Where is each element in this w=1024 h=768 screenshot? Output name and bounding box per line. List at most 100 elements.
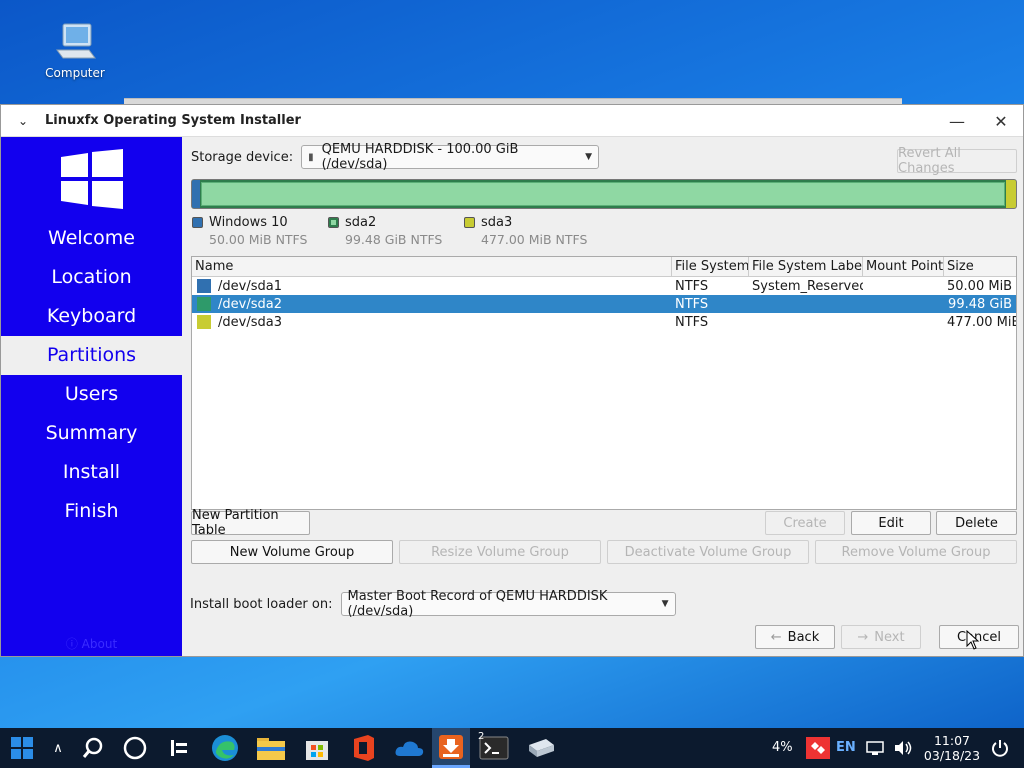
arrow-left-icon: ←	[770, 629, 782, 645]
minimize-icon[interactable]: —	[935, 105, 979, 137]
about-label: About	[81, 637, 118, 651]
clock[interactable]: 11:07 03/18/23	[918, 733, 986, 763]
back-label: Back	[787, 629, 820, 645]
next-label: Next	[874, 629, 905, 645]
partition-color-swatch	[197, 279, 211, 293]
column-header-mount-point[interactable]: Mount Point	[863, 257, 944, 276]
row-label: System_Reserved	[752, 278, 863, 294]
close-icon[interactable]: ✕	[979, 105, 1023, 137]
volume-tray-icon[interactable]	[893, 739, 913, 761]
legend-info: 99.48 GiB NTFS	[345, 232, 443, 247]
table-row[interactable]: /dev/sda1 NTFS System_Reserved 50.00 MiB	[192, 277, 1016, 295]
cortana-button[interactable]	[114, 736, 156, 760]
remove-volume-group-button[interactable]: Remove Volume Group	[815, 540, 1017, 564]
edit-button[interactable]: Edit	[851, 511, 931, 535]
storage-device-row: Storage device: ▮ QEMU HARDDISK - 100.00…	[191, 142, 600, 172]
remote-desktop-icon	[811, 742, 825, 754]
step-users: Users	[64, 383, 119, 405]
office-button[interactable]	[340, 734, 386, 762]
task-view-icon	[171, 740, 187, 756]
table-header: Name File System File System Label Mount…	[192, 257, 1016, 277]
cortana-icon	[123, 736, 147, 760]
step-keyboard: Keyboard	[46, 305, 137, 327]
edge-button[interactable]	[202, 733, 248, 763]
mouse-cursor-icon	[966, 630, 980, 650]
revert-all-changes-button[interactable]: Revert All Changes	[897, 146, 1017, 176]
hard-drive-icon	[529, 739, 554, 757]
onedrive-button[interactable]	[386, 738, 432, 758]
partitions-page: Storage device: ▮ QEMU HARDDISK - 100.00…	[182, 137, 1024, 656]
column-header-name[interactable]: Name	[192, 257, 672, 276]
row-name: /dev/sda3	[218, 314, 282, 330]
partition-color-swatch	[197, 315, 211, 329]
next-button[interactable]: → Next	[841, 625, 921, 649]
boot-loader-value: Master Boot Record of QEMU HARDDISK (/de…	[347, 589, 608, 619]
folder-icon	[257, 738, 285, 760]
delete-button[interactable]: Delete	[936, 511, 1017, 535]
disk-usage-bar	[191, 179, 1017, 209]
row-name: /dev/sda1	[218, 278, 282, 294]
disk-segment-windows10[interactable]	[192, 180, 200, 208]
disk-segment-sda2[interactable]	[201, 182, 1005, 206]
network-tray-icon[interactable]	[866, 739, 884, 761]
column-header-size[interactable]: Size	[944, 257, 1016, 276]
column-header-file-system[interactable]: File System	[672, 257, 749, 276]
start-button[interactable]	[0, 728, 44, 768]
network-icon	[866, 741, 884, 755]
deactivate-volume-group-button[interactable]: Deactivate Volume Group	[607, 540, 809, 564]
task-view-button[interactable]	[156, 738, 202, 758]
windows-start-icon	[11, 737, 33, 759]
partition-color-swatch	[197, 297, 211, 311]
terminal-window-count: 2	[478, 731, 485, 742]
drive-taskbar-button[interactable]	[518, 737, 564, 759]
create-button[interactable]: Create	[765, 511, 845, 535]
sidebar: Welcome Location Keyboard Partitions Use…	[1, 137, 182, 656]
legend-item: sda2 99.48 GiB NTFS	[327, 215, 463, 247]
keyboard-language[interactable]: EN	[836, 728, 856, 768]
power-button[interactable]	[990, 738, 1010, 762]
store-button[interactable]	[294, 735, 340, 761]
resize-volume-group-button[interactable]: Resize Volume Group	[399, 540, 601, 564]
file-explorer-button[interactable]	[248, 735, 294, 761]
legend-swatch	[192, 217, 203, 228]
power-icon	[992, 740, 1008, 757]
title-bar[interactable]: ⌄ Linuxfx Operating System Installer — ✕	[1, 105, 1023, 137]
boot-loader-combo[interactable]: Master Boot Record of QEMU HARDDISK (/de…	[340, 589, 676, 619]
chevron-down-icon: ▼	[585, 152, 593, 162]
row-file-system: NTFS	[675, 296, 709, 312]
new-volume-group-button[interactable]: New Volume Group	[191, 540, 393, 564]
window-title: Linuxfx Operating System Installer	[45, 113, 301, 128]
chevron-up-icon[interactable]: ∧	[44, 741, 72, 756]
step-summary: Summary	[45, 422, 138, 444]
legend-item: sda3 477.00 MiB NTFS	[463, 215, 599, 247]
legend-name: Windows 10	[209, 215, 288, 230]
desktop-icon-computer[interactable]: Computer	[40, 22, 110, 80]
back-button[interactable]: ← Back	[755, 625, 835, 649]
computer-icon	[56, 23, 96, 59]
disk-segment-sda3[interactable]	[1006, 180, 1016, 208]
storage-device-value: QEMU HARDDISK - 100.00 GiB (/dev/sda)	[321, 142, 519, 172]
office-icon	[354, 735, 374, 761]
legend-swatch	[328, 217, 339, 228]
search-icon	[82, 737, 103, 758]
legend-info: 50.00 MiB NTFS	[209, 232, 308, 247]
desktop-icon-label: Computer	[45, 66, 105, 80]
store-icon	[306, 741, 328, 760]
row-size: 477.00 MiB	[947, 314, 1016, 330]
window-menu-icon[interactable]: ⌄	[1, 114, 45, 128]
legend-item: Windows 10 50.00 MiB NTFS	[191, 215, 327, 247]
battery-level[interactable]: 4%	[772, 728, 793, 768]
arrow-right-icon: →	[857, 629, 869, 645]
installer-taskbar-button[interactable]	[432, 728, 470, 768]
about-link[interactable]: ⓘ About	[1, 635, 182, 652]
table-row[interactable]: /dev/sda3 NTFS 477.00 MiB	[192, 313, 1016, 331]
search-button[interactable]	[72, 737, 114, 759]
new-partition-table-button[interactable]: New Partition Table	[191, 508, 310, 538]
column-header-file-system-label[interactable]: File System Label	[749, 257, 863, 276]
storage-device-combo[interactable]: ▮ QEMU HARDDISK - 100.00 GiB (/dev/sda) …	[301, 142, 600, 172]
step-install: Install	[62, 461, 121, 483]
terminal-taskbar-button[interactable]: 2	[470, 728, 518, 768]
table-row[interactable]: /dev/sda2 NTFS 99.48 GiB	[192, 295, 1016, 313]
anydesk-tray-icon[interactable]	[806, 737, 830, 759]
installer-window: ⌄ Linuxfx Operating System Installer — ✕…	[0, 104, 1024, 657]
